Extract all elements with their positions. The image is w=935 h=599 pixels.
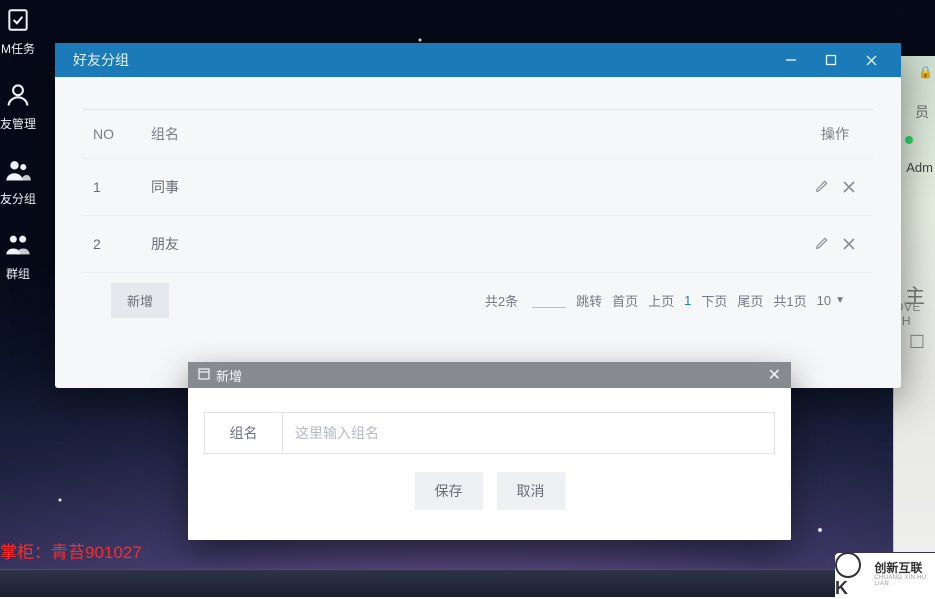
watermark-sub: CHUANG XIN HU LIAN (874, 575, 935, 588)
cell-name: 同事 (141, 159, 733, 216)
pager-jump-input[interactable] (532, 294, 566, 308)
close-icon (843, 181, 855, 193)
watermark-logo: K 创新互联 CHUANG XIN HU LIAN (835, 553, 935, 597)
table-header-row: NO 组名 操作 (83, 110, 873, 159)
sub-dialog-close-button[interactable]: ✕ (768, 365, 781, 385)
sidebar-item-friend-manage[interactable]: 友管理 (0, 81, 36, 132)
pager-first[interactable]: 首页 (612, 291, 638, 310)
window-minimize-button[interactable] (771, 43, 811, 77)
sidebar-item-label: 友分组 (0, 190, 36, 207)
chevron-down-icon: ▼ (835, 295, 845, 306)
pager-next[interactable]: 下页 (701, 291, 727, 310)
sidebar-item-friend-group[interactable]: 友分组 (0, 156, 36, 207)
sidebar-item-tasks[interactable]: M任务 (0, 6, 36, 57)
cell-name: 朋友 (141, 216, 733, 273)
edit-button[interactable] (815, 180, 829, 196)
close-icon (865, 54, 878, 67)
delete-button[interactable] (843, 237, 855, 253)
edit-button[interactable] (815, 237, 829, 253)
sidebar-item-label: 友管理 (0, 115, 36, 132)
pencil-icon (815, 236, 829, 250)
cell-no: 2 (83, 216, 141, 273)
right-panel-chip: 员 (915, 102, 929, 122)
cell-no: 1 (83, 159, 141, 216)
minimize-icon (784, 53, 798, 67)
window-close-button[interactable] (851, 43, 891, 77)
pager-jump[interactable]: 跳转 (576, 291, 602, 310)
col-header-no: NO (83, 110, 141, 159)
group-name-form-row: 组名 (204, 412, 775, 454)
group-name-label: 组名 (205, 413, 283, 453)
sidebar-item-label: 群组 (6, 265, 30, 282)
sidebar-item-chat-group[interactable]: 群组 (0, 231, 36, 282)
window-maximize-button[interactable] (811, 43, 851, 77)
window-icon (198, 368, 210, 383)
lock-icon: 🔒 (918, 65, 933, 79)
modal-title: 好友分组 (73, 50, 129, 70)
pager-size-value: 10 (817, 293, 831, 308)
table-row: 1 同事 (83, 159, 873, 216)
close-icon (843, 238, 855, 250)
save-button[interactable]: 保存 (415, 472, 483, 510)
pager-current: 1 (684, 293, 691, 308)
sidebar: M任务 友管理 友分组 群组 (0, 0, 36, 569)
modal-titlebar[interactable]: 好友分组 (55, 43, 901, 77)
sub-dialog-title: 新增 (216, 366, 242, 385)
group-name-input[interactable] (283, 413, 774, 453)
add-button[interactable]: 新增 (111, 283, 169, 318)
users-icon (4, 156, 32, 184)
pagination: 共2条 跳转 首页 上页 1 下页 尾页 共1页 10 ▼ (485, 291, 845, 310)
pager-size-select[interactable]: 10 ▼ (817, 293, 845, 308)
pager-prev[interactable]: 上页 (648, 291, 674, 310)
pencil-icon (815, 179, 829, 193)
logo-mark-icon: K (835, 552, 870, 599)
col-header-op: 操作 (733, 110, 873, 159)
group-icon (4, 231, 32, 259)
footer-owner-text: 掌柜：青苔901027 (0, 538, 142, 563)
group-table: NO 组名 操作 1 同事 2 朋友 (83, 109, 873, 273)
pager-pages: 共1页 (773, 291, 806, 310)
sidebar-item-label: M任务 (1, 40, 35, 57)
maximize-icon (825, 54, 837, 66)
status-online-dot (905, 136, 913, 144)
watermark-brand: 创新互联 (874, 562, 935, 575)
taskbar[interactable] (0, 569, 935, 597)
cancel-button[interactable]: 取消 (497, 472, 565, 510)
delete-button[interactable] (843, 180, 855, 196)
right-panel-name: Adm (906, 160, 933, 175)
right-panel-box: ☐ (909, 332, 925, 353)
pager-total: 共2条 (485, 291, 518, 310)
check-file-icon (4, 6, 32, 34)
col-header-name: 组名 (141, 110, 733, 159)
add-group-dialog: 新增 ✕ 组名 保存 取消 (188, 362, 791, 540)
sub-dialog-titlebar[interactable]: 新增 ✕ (188, 362, 791, 388)
close-icon: ✕ (768, 367, 781, 384)
pager-last[interactable]: 尾页 (737, 291, 763, 310)
friend-group-modal: 好友分组 NO 组名 操作 1 同事 (55, 43, 901, 388)
user-icon (4, 81, 32, 109)
table-row: 2 朋友 (83, 216, 873, 273)
